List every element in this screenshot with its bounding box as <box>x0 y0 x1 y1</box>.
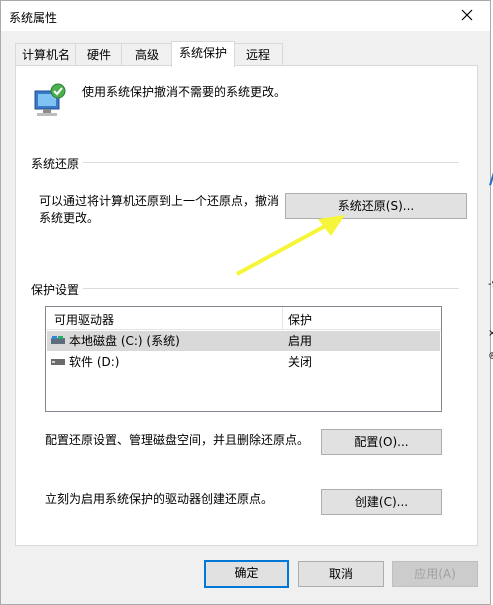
close-icon <box>461 9 473 21</box>
background-glyph: ® <box>488 351 493 362</box>
drive-name: 本地磁盘 (C:) (系统) <box>69 334 180 348</box>
close-button[interactable] <box>444 1 490 31</box>
create-button[interactable]: 创建(C)... <box>321 489 442 515</box>
drive-row[interactable]: 软件 (D:) 关闭 <box>47 352 440 372</box>
background-glyph: / <box>489 160 493 190</box>
drive-icon <box>51 359 65 365</box>
restore-group-label: 系统还原 <box>31 155 84 172</box>
system-drive-icon <box>51 336 65 344</box>
protection-group-label: 保护设置 <box>31 281 84 298</box>
tab-hardware[interactable]: 硬件 <box>75 43 123 66</box>
background-glyph: -9 <box>488 279 493 290</box>
column-separator <box>282 307 283 329</box>
drives-list[interactable]: 可用驱动器 保护 本地磁盘 (C:) (系统) 启用 软件 (D:) 关闭 <box>45 306 442 412</box>
title-bar: 系统属性 <box>1 1 490 31</box>
tab-computer-name[interactable]: 计算机名 <box>15 43 77 66</box>
drive-name: 软件 (D:) <box>69 355 120 369</box>
ok-button[interactable]: 确定 <box>204 560 289 588</box>
cancel-button[interactable]: 取消 <box>298 561 384 587</box>
restore-description: 可以通过将计算机还原到上一个还原点，撤消系统更改。 <box>39 194 280 225</box>
window-title: 系统属性 <box>9 11 58 25</box>
drives-list-header: 可用驱动器 保护 <box>46 307 441 330</box>
background-glyph: × <box>488 328 493 339</box>
column-header-drive[interactable]: 可用驱动器 <box>54 311 114 328</box>
tab-advanced[interactable]: 高级 <box>121 43 173 66</box>
tab-remote[interactable]: 远程 <box>233 43 283 66</box>
configure-button[interactable]: 配置(O)... <box>321 429 442 455</box>
restore-group-rule <box>31 162 459 163</box>
intro-text: 使用系统保护撤消不需要的系统更改。 <box>82 85 287 99</box>
system-protection-icon <box>34 83 66 116</box>
drive-protection-status: 关闭 <box>288 355 313 369</box>
apply-button[interactable]: 应用(A) <box>392 561 478 587</box>
system-restore-button[interactable]: 系统还原(S)... <box>285 193 467 219</box>
system-properties-window: 系统属性 计算机名 硬件 高级 系统保护 远程 使用系统保护撤消不需要的系统更改… <box>0 0 491 605</box>
column-header-protection[interactable]: 保护 <box>288 311 312 328</box>
drive-row[interactable]: 本地磁盘 (C:) (系统) 启用 <box>47 331 440 351</box>
protection-group-rule <box>31 288 459 289</box>
create-description: 立刻为启用系统保护的驱动器创建还原点。 <box>45 492 274 506</box>
configure-description: 配置还原设置、管理磁盘空间，并且删除还原点。 <box>45 433 310 447</box>
tab-system-protection[interactable]: 系统保护 <box>171 41 235 67</box>
drive-protection-status: 启用 <box>288 334 313 348</box>
